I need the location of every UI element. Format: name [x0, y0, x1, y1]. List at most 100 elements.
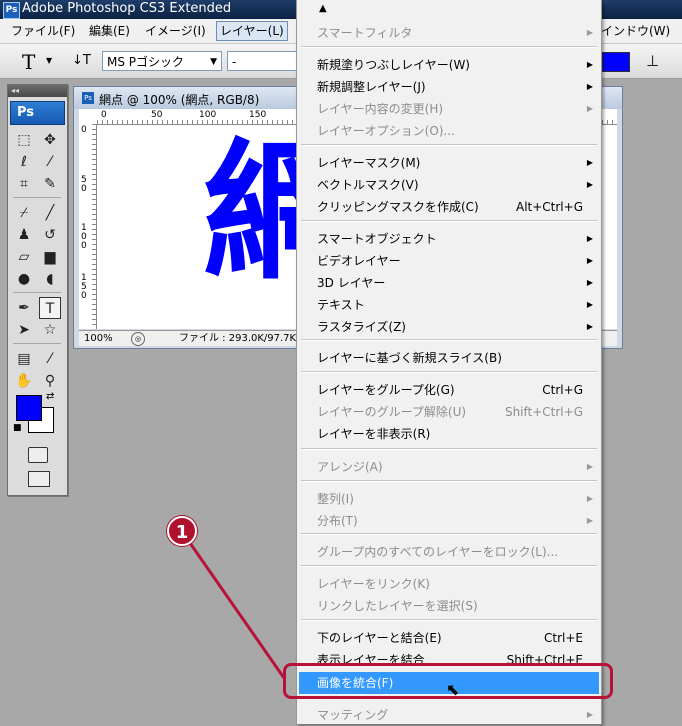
ruler-origin[interactable]	[79, 109, 98, 125]
menu-item-label: テキスト	[317, 298, 365, 312]
marquee-tool-icon[interactable]: ⬚	[13, 129, 35, 151]
menu-item: リンクしたレイヤーを選択(S)	[299, 595, 599, 617]
scroll-up-icon[interactable]: ▲	[319, 3, 327, 14]
zoom-level[interactable]: 100%	[84, 331, 113, 346]
menu-item[interactable]: 下のレイヤーと結合(E) Ctrl+E	[299, 627, 599, 649]
submenu-arrow-icon: ▶	[586, 82, 593, 91]
menu-item-label: レイヤーのグループ解除(U)	[317, 405, 467, 419]
notes-tool-icon[interactable]: ▤	[13, 348, 35, 370]
callout-marker: 1	[167, 516, 197, 546]
quick-mask-icon[interactable]	[28, 447, 48, 463]
layer-menu-dropdown: ▲ スマートフィルタ ▶ 新規塗りつぶしレイヤー(W) ▶ 新規調整レイヤー(J) ▶ レイ…	[296, 0, 602, 724]
menu-item[interactable]: ラスタライズ(Z) ▶	[299, 316, 599, 338]
pen-tool-icon[interactable]: ✒	[13, 297, 35, 319]
font-family-select[interactable]: MS Pゴシック ▼	[102, 51, 222, 71]
warp-text-icon[interactable]: ⊥	[646, 52, 659, 70]
default-colors-icon[interactable]: ■	[13, 423, 22, 433]
menu-separator	[301, 371, 597, 373]
slice-tool-icon[interactable]: ✎	[39, 173, 61, 195]
ruler-tick-label: 1 5 0	[81, 273, 87, 301]
font-style-select[interactable]: -	[227, 51, 297, 71]
menu-file[interactable]: ファイル(F)	[8, 22, 78, 40]
menu-item: レイヤーのグループ解除(U) Shift+Ctrl+G	[299, 401, 599, 423]
menu-item-shortcut: Alt+Ctrl+G	[515, 200, 583, 214]
menu-item-label: クリッピングマスクを作成(C)	[317, 200, 479, 214]
menu-separator	[301, 448, 597, 450]
menu-item-label: 分布(T)	[317, 514, 358, 528]
eyedropper-tool-icon[interactable]: ⁄	[39, 348, 61, 370]
tools-panel: ◂◂ Ps ⬚ ✥ ℓ ⁄ ⌗ ✎ ⌿ ╱ ♟ ↺ ▱ ▆ ● ◖ ✒ T ➤ …	[7, 84, 68, 496]
clone-stamp-icon[interactable]: ♟	[13, 224, 35, 246]
menu-item-label: レイヤーマスク(M)	[317, 156, 421, 170]
menu-item-shortcut: Ctrl+G	[542, 383, 583, 397]
lasso-tool-icon[interactable]: ℓ	[13, 151, 35, 173]
menu-item[interactable]: 新規調整レイヤー(J) ▶	[299, 76, 599, 98]
zoom-tool-icon[interactable]: ⚲	[39, 370, 61, 392]
text-color-swatch[interactable]	[602, 52, 630, 72]
swap-colors-icon[interactable]: ⇄	[46, 391, 54, 402]
file-size-info[interactable]: ファイル : 293.0K/97.7K	[179, 331, 296, 346]
menu-item-label: レイヤーオプション(O)...	[317, 124, 455, 138]
menu-item[interactable]: ベクトルマスク(V) ▶	[299, 174, 599, 196]
menu-separator	[301, 533, 597, 535]
menu-item-label: リンクしたレイヤーを選択(S)	[317, 599, 478, 613]
menu-layer[interactable]: レイヤー(L)	[216, 21, 288, 41]
panel-grip[interactable]: ◂◂	[8, 85, 67, 97]
vertical-ruler[interactable]: 0 5 0 1 0 0 1 5 0	[79, 124, 97, 329]
document-title: 網点 @ 100% (網点, RGB/8)	[99, 93, 260, 107]
menu-item-label: レイヤーを非表示(R)	[317, 427, 431, 441]
status-info-icon[interactable]: ◎	[131, 332, 145, 346]
menu-item-label: ビデオレイヤー	[317, 254, 401, 268]
submenu-arrow-icon: ▶	[586, 710, 593, 719]
crop-tool-icon[interactable]: ⌗	[13, 173, 35, 195]
eraser-tool-icon[interactable]: ▱	[13, 246, 35, 268]
menu-item-label: 整列(I)	[317, 492, 354, 506]
menu-item[interactable]: クリッピングマスクを作成(C) Alt+Ctrl+G	[299, 196, 599, 218]
font-style-value: -	[232, 55, 237, 69]
hand-tool-icon[interactable]: ✋	[13, 370, 35, 392]
menu-item[interactable]: 3D レイヤー ▶	[299, 272, 599, 294]
shape-tool-icon[interactable]: ☆	[39, 319, 61, 341]
menu-item-label: レイヤーをグループ化(G)	[317, 383, 455, 397]
menu-separator	[301, 144, 597, 146]
foreground-color-swatch[interactable]	[16, 395, 42, 421]
dodge-tool-icon[interactable]: ◖	[39, 268, 61, 290]
menu-item[interactable]: ビデオレイヤー ▶	[299, 250, 599, 272]
ruler-tick-label: 1 0 0	[81, 223, 87, 251]
brush-tool-icon[interactable]: ╱	[39, 202, 61, 224]
menu-item-label: ラスタライズ(Z)	[317, 320, 406, 334]
menu-item: 整列(I) ▶	[299, 488, 599, 510]
menu-item: レイヤー内容の変更(H) ▶	[299, 98, 599, 120]
divider	[13, 343, 61, 346]
menu-item: レイヤーオプション(O)...	[299, 120, 599, 142]
type-tool-button-icon[interactable]: T	[39, 297, 61, 319]
menu-item[interactable]: テキスト ▶	[299, 294, 599, 316]
menu-item[interactable]: 新規塗りつぶしレイヤー(W) ▶	[299, 54, 599, 76]
tool-preset-dropdown-icon[interactable]: ▼	[46, 56, 52, 65]
text-orientation-icon[interactable]: ↓T	[72, 53, 91, 68]
menu-item: スマートフィルタ ▶	[299, 22, 599, 44]
gradient-tool-icon[interactable]: ▆	[39, 246, 61, 268]
submenu-arrow-icon: ▶	[586, 494, 593, 503]
path-selection-icon[interactable]: ➤	[13, 319, 35, 341]
history-brush-icon[interactable]: ↺	[39, 224, 61, 246]
magic-wand-icon[interactable]: ⁄	[39, 151, 61, 173]
menu-item[interactable]: スマートオブジェクト ▶	[299, 228, 599, 250]
screen-mode-icon[interactable]	[28, 471, 50, 487]
menu-image[interactable]: イメージ(I)	[142, 22, 209, 40]
menu-item[interactable]: レイヤーを非表示(R)	[299, 423, 599, 445]
menu-item[interactable]: レイヤーに基づく新規スライス(B)	[299, 347, 599, 369]
menu-item-label: アレンジ(A)	[317, 460, 383, 474]
move-tool-icon[interactable]: ✥	[39, 129, 61, 151]
menu-item[interactable]: レイヤーをグループ化(G) Ctrl+G	[299, 379, 599, 401]
menu-item-label: 新規調整レイヤー(J)	[317, 80, 426, 94]
menu-item[interactable]: レイヤーマスク(M) ▶	[299, 152, 599, 174]
blur-tool-icon[interactable]: ●	[13, 268, 35, 290]
submenu-arrow-icon: ▶	[586, 322, 593, 331]
ps-badge[interactable]: Ps	[10, 101, 65, 125]
type-tool-icon[interactable]: T	[22, 50, 35, 74]
menu-edit[interactable]: 編集(E)	[86, 22, 133, 40]
menu-item: アレンジ(A) ▶	[299, 456, 599, 478]
menu-window[interactable]: インドウ(W)	[598, 22, 673, 40]
healing-brush-icon[interactable]: ⌿	[13, 202, 35, 224]
